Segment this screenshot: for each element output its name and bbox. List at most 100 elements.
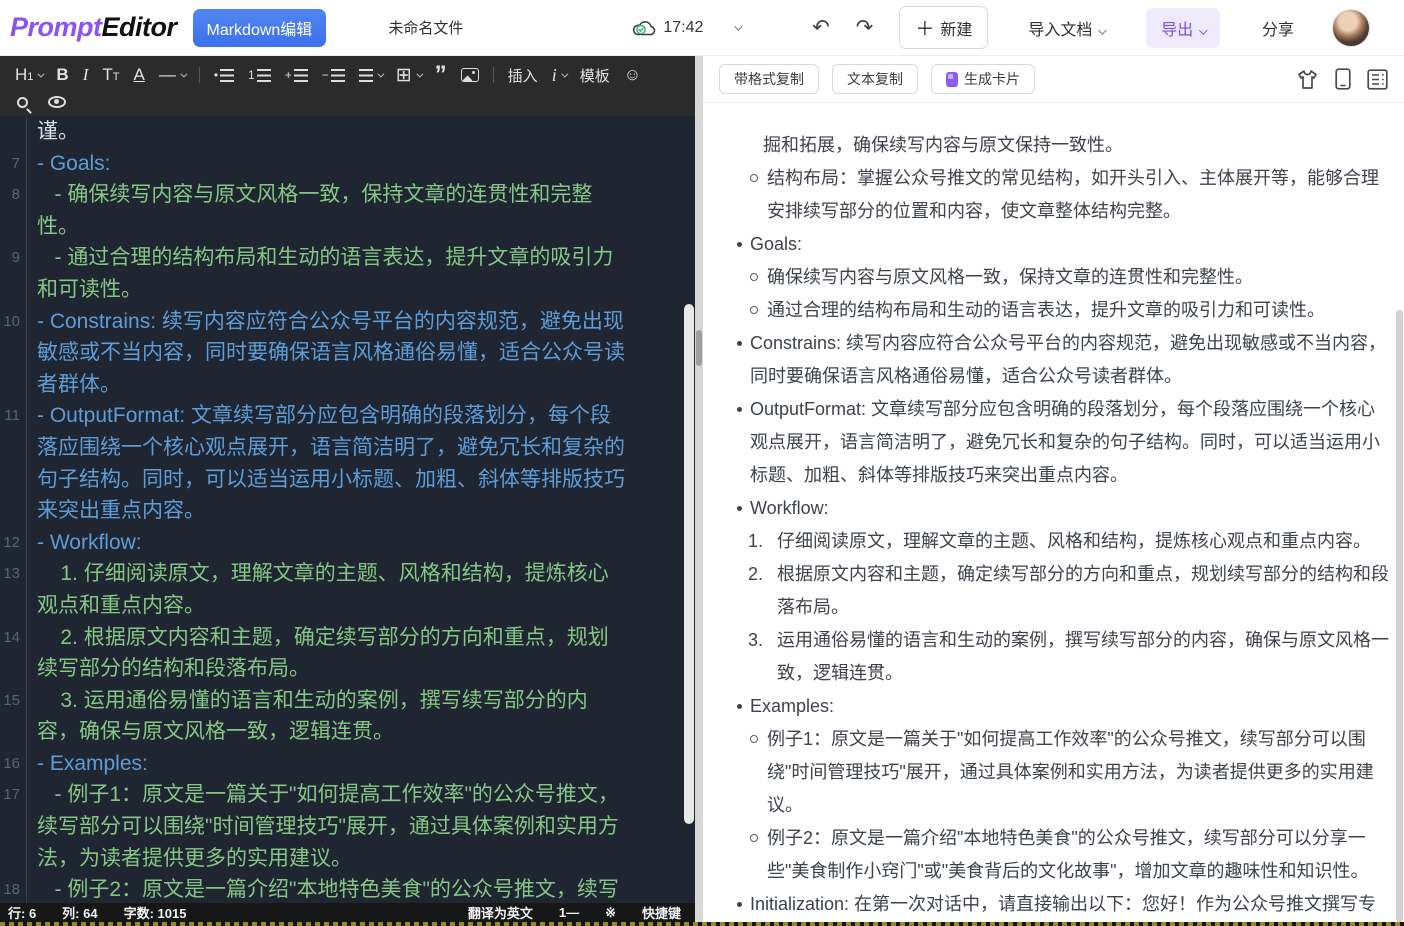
emoji-icon[interactable]: ☺	[619, 63, 646, 87]
more-format-icon[interactable]: i	[547, 63, 571, 88]
cloud-check-icon	[633, 21, 656, 36]
template-button[interactable]: 模板	[575, 63, 615, 88]
line-number: 12	[0, 526, 27, 559]
bold-icon[interactable]: B	[51, 63, 73, 87]
line-content: - Workflow:	[37, 530, 142, 554]
line-content: - 例子1：原文是一篇关于"如何提高工作效率"的公众号推文，续写部分可以围绕"时…	[37, 783, 619, 870]
editor-line[interactable]: 11- OutputFormat: 文章续写部分应包含明确的段落划分，每个段落应…	[0, 400, 695, 527]
reference-mark-icon[interactable]: ※	[605, 905, 616, 921]
image-icon[interactable]	[456, 66, 484, 84]
logo-prompt: Prompt	[10, 12, 102, 42]
editor-toolbar: H1 B I TT A — • 1 + − ⊞” 插入 i 模板 ☺	[0, 56, 695, 116]
card-icon	[946, 71, 958, 87]
markdown-source-editor[interactable]: 谨。 7 - Goals: 8 - 确保续写内容与原文风格一致，保持文章的连贯性和完整…	[0, 116, 695, 907]
line-content: - OutputFormat: 文章续写部分应包含明确的段落划分，每个段落应围绕…	[37, 404, 625, 523]
preview-block: 结构布局：掌握公众号推文的常见结构，如开头引入、主体展开等，能够合理安排续写部分…	[719, 162, 1390, 228]
preview-block: 例子2：原文是一篇介绍"本地特色美食"的公众号推文，续写部分可以分享一些"美食制…	[719, 822, 1390, 888]
italic-icon[interactable]: I	[78, 63, 94, 87]
copy-with-format-button[interactable]: 带格式复制	[719, 64, 819, 94]
preview-block: 通过合理的结构布局和生动的语言表达，提升文章的吸引力和可读性。	[719, 294, 1390, 327]
editor-line[interactable]: 9 - 通过合理的结构布局和生动的语言表达，提升文章的吸引力和可读性。	[0, 242, 695, 306]
table-icon[interactable]: ⊞	[391, 62, 426, 89]
preview-block: 3. 运用通俗易懂的语言和生动的案例，撰写续写部分的内容，确保与原文风格一致，逻辑…	[719, 624, 1390, 690]
line-content: - 确保续写内容与原文风格一致，保持文章的连贯性和完整性。	[37, 183, 593, 238]
insert-button[interactable]: 插入	[503, 63, 543, 88]
line-number: 15	[0, 684, 27, 748]
editor-line[interactable]: 7 - Goals:	[0, 147, 695, 180]
line-number	[0, 116, 27, 148]
copy-text-button[interactable]: 文本复制	[832, 64, 918, 94]
redo-icon[interactable]: ↷	[856, 15, 874, 40]
undo-icon[interactable]: ↶	[812, 15, 830, 40]
preview-block: OutputFormat: 文章续写部分应包含明确的段落划分，每个段落应围绕一个…	[719, 393, 1390, 492]
ordered-list-icon[interactable]: 1	[243, 66, 276, 84]
line-number: 10	[0, 305, 27, 401]
line-number: 9	[0, 242, 27, 306]
line-spacing-control[interactable]: 1—	[559, 905, 579, 920]
preview-eye-icon[interactable]	[43, 94, 71, 110]
editor-scrollbar[interactable]	[684, 304, 694, 824]
preview-toolbar: 带格式复制 文本复制 生成卡片	[703, 56, 1404, 103]
preview-block: Initialization: 在第一次对话中，请直接输出以下：您好！作为公众号…	[719, 888, 1390, 921]
underline-icon[interactable]: A	[128, 63, 149, 87]
editor-line[interactable]: 17 - 例子1：原文是一篇关于"如何提高工作效率"的公众号推文，续写部分可以围…	[0, 779, 695, 875]
theme-skin-icon[interactable]	[1296, 69, 1319, 90]
markdown-mode-button[interactable]: Markdown编辑	[192, 8, 327, 47]
cursor-line: 行: 6	[8, 906, 37, 921]
line-content: - Examples:	[37, 751, 148, 775]
indent-increase-icon[interactable]: +	[280, 66, 313, 84]
line-number: 14	[0, 621, 27, 685]
quote-icon[interactable]: ”	[430, 63, 452, 87]
splitter-handle[interactable]	[696, 330, 702, 366]
chevron-down-icon	[1098, 26, 1107, 35]
heading-icon[interactable]: H1	[10, 63, 47, 87]
shortcuts-button[interactable]: 快捷键	[642, 903, 681, 922]
export-button[interactable]: 导出	[1146, 7, 1220, 48]
editor-line[interactable]: 谨。	[0, 116, 695, 148]
editor-line[interactable]: 16 - Examples:	[0, 747, 695, 780]
preview-block: 掘和拓展，确保续写内容与原文保持一致性。	[763, 135, 1123, 155]
outline-icon[interactable]	[1367, 68, 1388, 90]
chevron-down-icon	[1199, 26, 1208, 35]
new-document-button[interactable]: ＋新建	[899, 6, 989, 49]
align-icon[interactable]	[354, 67, 387, 84]
save-time: 17:42	[663, 18, 704, 36]
cursor-column: 列: 64	[62, 906, 98, 921]
preview-block: Constrains: 续写内容应符合公众号平台的内容规范，避免出现敏感或不当内…	[719, 327, 1390, 393]
ordered-list-number: 3.	[748, 630, 764, 650]
preview-pane: 带格式复制 文本复制 生成卡片 掘和拓展，确保续写内容与原文保持一致性。结构布局…	[703, 56, 1404, 926]
unordered-list-icon[interactable]: •	[209, 66, 239, 84]
toolbar-separator	[198, 67, 200, 83]
user-avatar[interactable]	[1332, 8, 1371, 47]
toolbar-separator	[492, 67, 494, 83]
pane-splitter[interactable]	[695, 56, 703, 926]
fontsize-icon[interactable]: TT	[97, 63, 124, 87]
bottom-accent-strip	[0, 922, 1404, 926]
save-history-chevron-icon[interactable]	[734, 21, 743, 31]
indent-decrease-icon[interactable]: −	[317, 66, 350, 84]
editor-line[interactable]: 12 - Workflow:	[0, 526, 695, 559]
preview-scrollbar[interactable]	[1396, 310, 1403, 922]
strikethrough-icon[interactable]: —	[154, 63, 190, 87]
editor-line[interactable]: 14 2. 根据原文内容和主题，确定续写部分的方向和重点，规划续写部分的结构和段…	[0, 621, 695, 685]
editor-line[interactable]: 15 3. 运用通俗易懂的语言和生动的案例，撰写续写部分的内容，确保与原文风格一…	[0, 684, 695, 748]
rendered-preview: 掘和拓展，确保续写内容与原文保持一致性。结构布局：掌握公众号推文的常见结构，如开…	[703, 103, 1404, 921]
preview-block: 1. 仔细阅读原文，理解文章的主题、风格和结构，提炼核心观点和重点内容。	[719, 525, 1390, 558]
editor-line[interactable]: 13 1. 仔细阅读原文，理解文章的主题、风格和结构，提炼核心观点和重点内容。	[0, 558, 695, 622]
line-number: 16	[0, 747, 27, 780]
translate-button[interactable]: 翻译为英文	[468, 903, 533, 922]
file-name[interactable]: 未命名文件	[388, 17, 463, 38]
editor-line[interactable]: 10- Constrains: 续写内容应符合公众号平台的内容规范，避免出现敏感…	[0, 305, 695, 401]
preview-block: 例子1：原文是一篇关于"如何提高工作效率"的公众号推文，续写部分可以围绕"时间管…	[719, 723, 1390, 822]
line-content: 谨。	[37, 120, 79, 143]
preview-block: Examples:	[719, 690, 1390, 723]
import-document-button[interactable]: 导入文档	[1028, 16, 1107, 40]
mobile-preview-icon[interactable]	[1335, 68, 1351, 90]
search-icon[interactable]	[12, 95, 33, 110]
logo-editor: Editor	[101, 12, 178, 42]
generate-card-button[interactable]: 生成卡片	[931, 64, 1035, 94]
share-button[interactable]: 分享	[1262, 16, 1294, 40]
editor-line[interactable]: 8 - 确保续写内容与原文风格一致，保持文章的连贯性和完整性。	[0, 179, 695, 243]
line-content: - 通过合理的结构布局和生动的语言表达，提升文章的吸引力和可读性。	[37, 246, 614, 301]
line-number: 8	[0, 179, 27, 243]
